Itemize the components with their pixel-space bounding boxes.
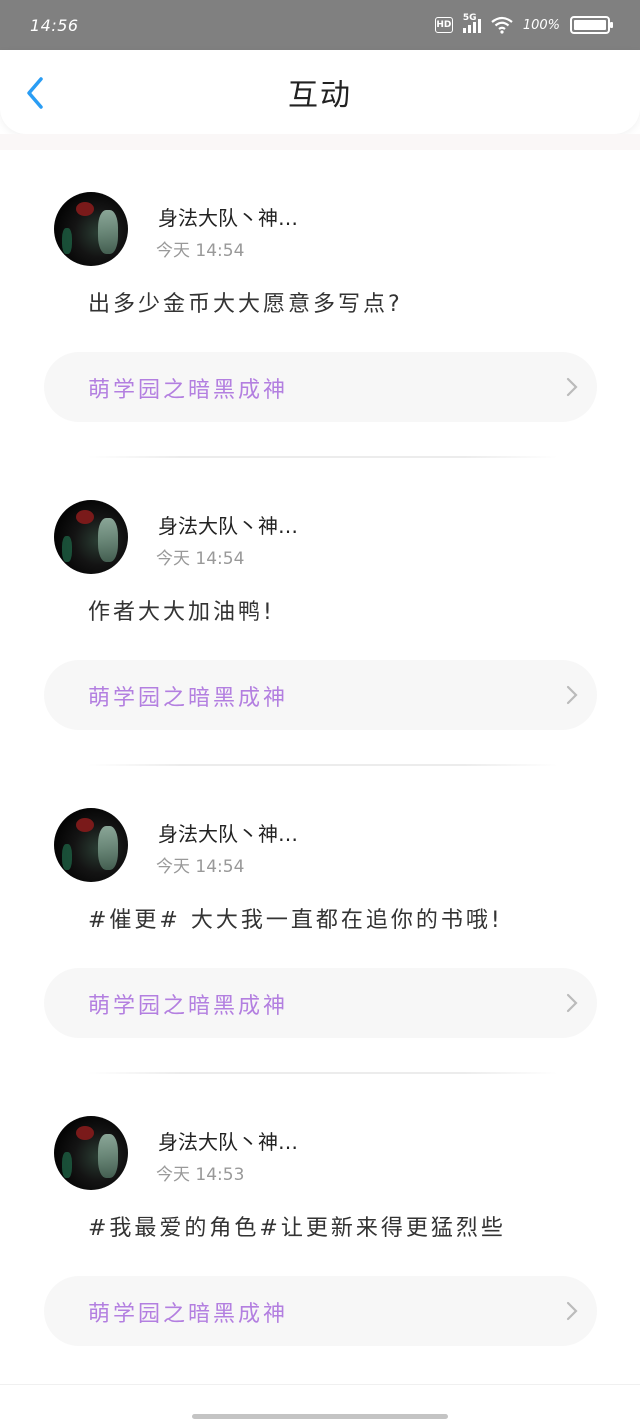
status-time: 14:56 <box>30 15 79 35</box>
page-title: 互动 <box>288 78 352 113</box>
book-link[interactable]: 萌学园之暗黑成神 <box>44 968 597 1038</box>
book-link[interactable]: 萌学园之暗黑成神 <box>44 352 597 422</box>
home-indicator[interactable] <box>192 1414 448 1419</box>
comment-text[interactable]: #催更# 大大我一直都在追你的书哦! <box>88 902 503 934</box>
signal-5g-icon: 5G <box>462 13 481 33</box>
avatar[interactable] <box>54 1116 128 1190</box>
chevron-right-icon <box>566 377 578 397</box>
wifi-icon <box>491 16 513 34</box>
battery-fill <box>574 20 606 30</box>
comment-text[interactable]: 作者大大加油鸭! <box>88 594 275 626</box>
comment-card: 身法大队丶神… 今天 14:54 #催更# 大大我一直都在追你的书哦! 萌学园之… <box>0 766 640 1074</box>
hd-icon: HD <box>434 17 453 33</box>
bottom-divider <box>0 1384 640 1385</box>
comment-text[interactable]: #我最爱的角色#让更新来得更猛烈些 <box>88 1210 506 1242</box>
chevron-left-icon <box>27 77 43 109</box>
battery-percent: 100% <box>522 17 560 33</box>
comment-card: 身法大队丶神… 今天 14:54 出多少金币大大愿意多写点? 萌学园之暗黑成神 <box>0 150 640 458</box>
chevron-right-icon <box>566 993 578 1013</box>
app-header: 互动 <box>0 50 640 134</box>
username[interactable]: 身法大队丶神… <box>158 202 298 231</box>
comment-card: 身法大队丶神… 今天 14:54 作者大大加油鸭! 萌学园之暗黑成神 <box>0 458 640 766</box>
book-link[interactable]: 萌学园之暗黑成神 <box>44 660 597 730</box>
username[interactable]: 身法大队丶神… <box>158 510 298 539</box>
book-title: 萌学园之暗黑成神 <box>88 686 289 711</box>
book-title: 萌学园之暗黑成神 <box>88 1302 289 1327</box>
status-icons: HD 5G 100% <box>434 13 613 34</box>
book-title: 萌学园之暗黑成神 <box>88 994 289 1019</box>
back-button[interactable] <box>20 77 50 109</box>
comment-time: 今天 14:54 <box>156 241 245 261</box>
username[interactable]: 身法大队丶神… <box>158 1126 298 1155</box>
avatar[interactable] <box>54 808 128 882</box>
username[interactable]: 身法大队丶神… <box>158 818 298 847</box>
comment-time: 今天 14:53 <box>156 1165 245 1185</box>
comment-feed: 身法大队丶神… 今天 14:54 出多少金币大大愿意多写点? 萌学园之暗黑成神 … <box>0 150 640 1382</box>
comment-time: 今天 14:54 <box>156 549 245 569</box>
avatar[interactable] <box>54 192 128 266</box>
chevron-right-icon <box>566 685 578 705</box>
book-title: 萌学园之暗黑成神 <box>88 378 289 403</box>
avatar[interactable] <box>54 500 128 574</box>
battery-icon <box>570 16 613 34</box>
comment-time: 今天 14:54 <box>156 857 245 877</box>
book-link[interactable]: 萌学园之暗黑成神 <box>44 1276 597 1346</box>
status-bar: 14:56 HD 5G 100% <box>0 0 640 50</box>
comment-text[interactable]: 出多少金币大大愿意多写点? <box>88 286 403 318</box>
comment-card: 身法大队丶神… 今天 14:53 #我最爱的角色#让更新来得更猛烈些 萌学园之暗… <box>0 1074 640 1382</box>
chevron-right-icon <box>566 1301 578 1321</box>
header-gap <box>0 134 640 150</box>
